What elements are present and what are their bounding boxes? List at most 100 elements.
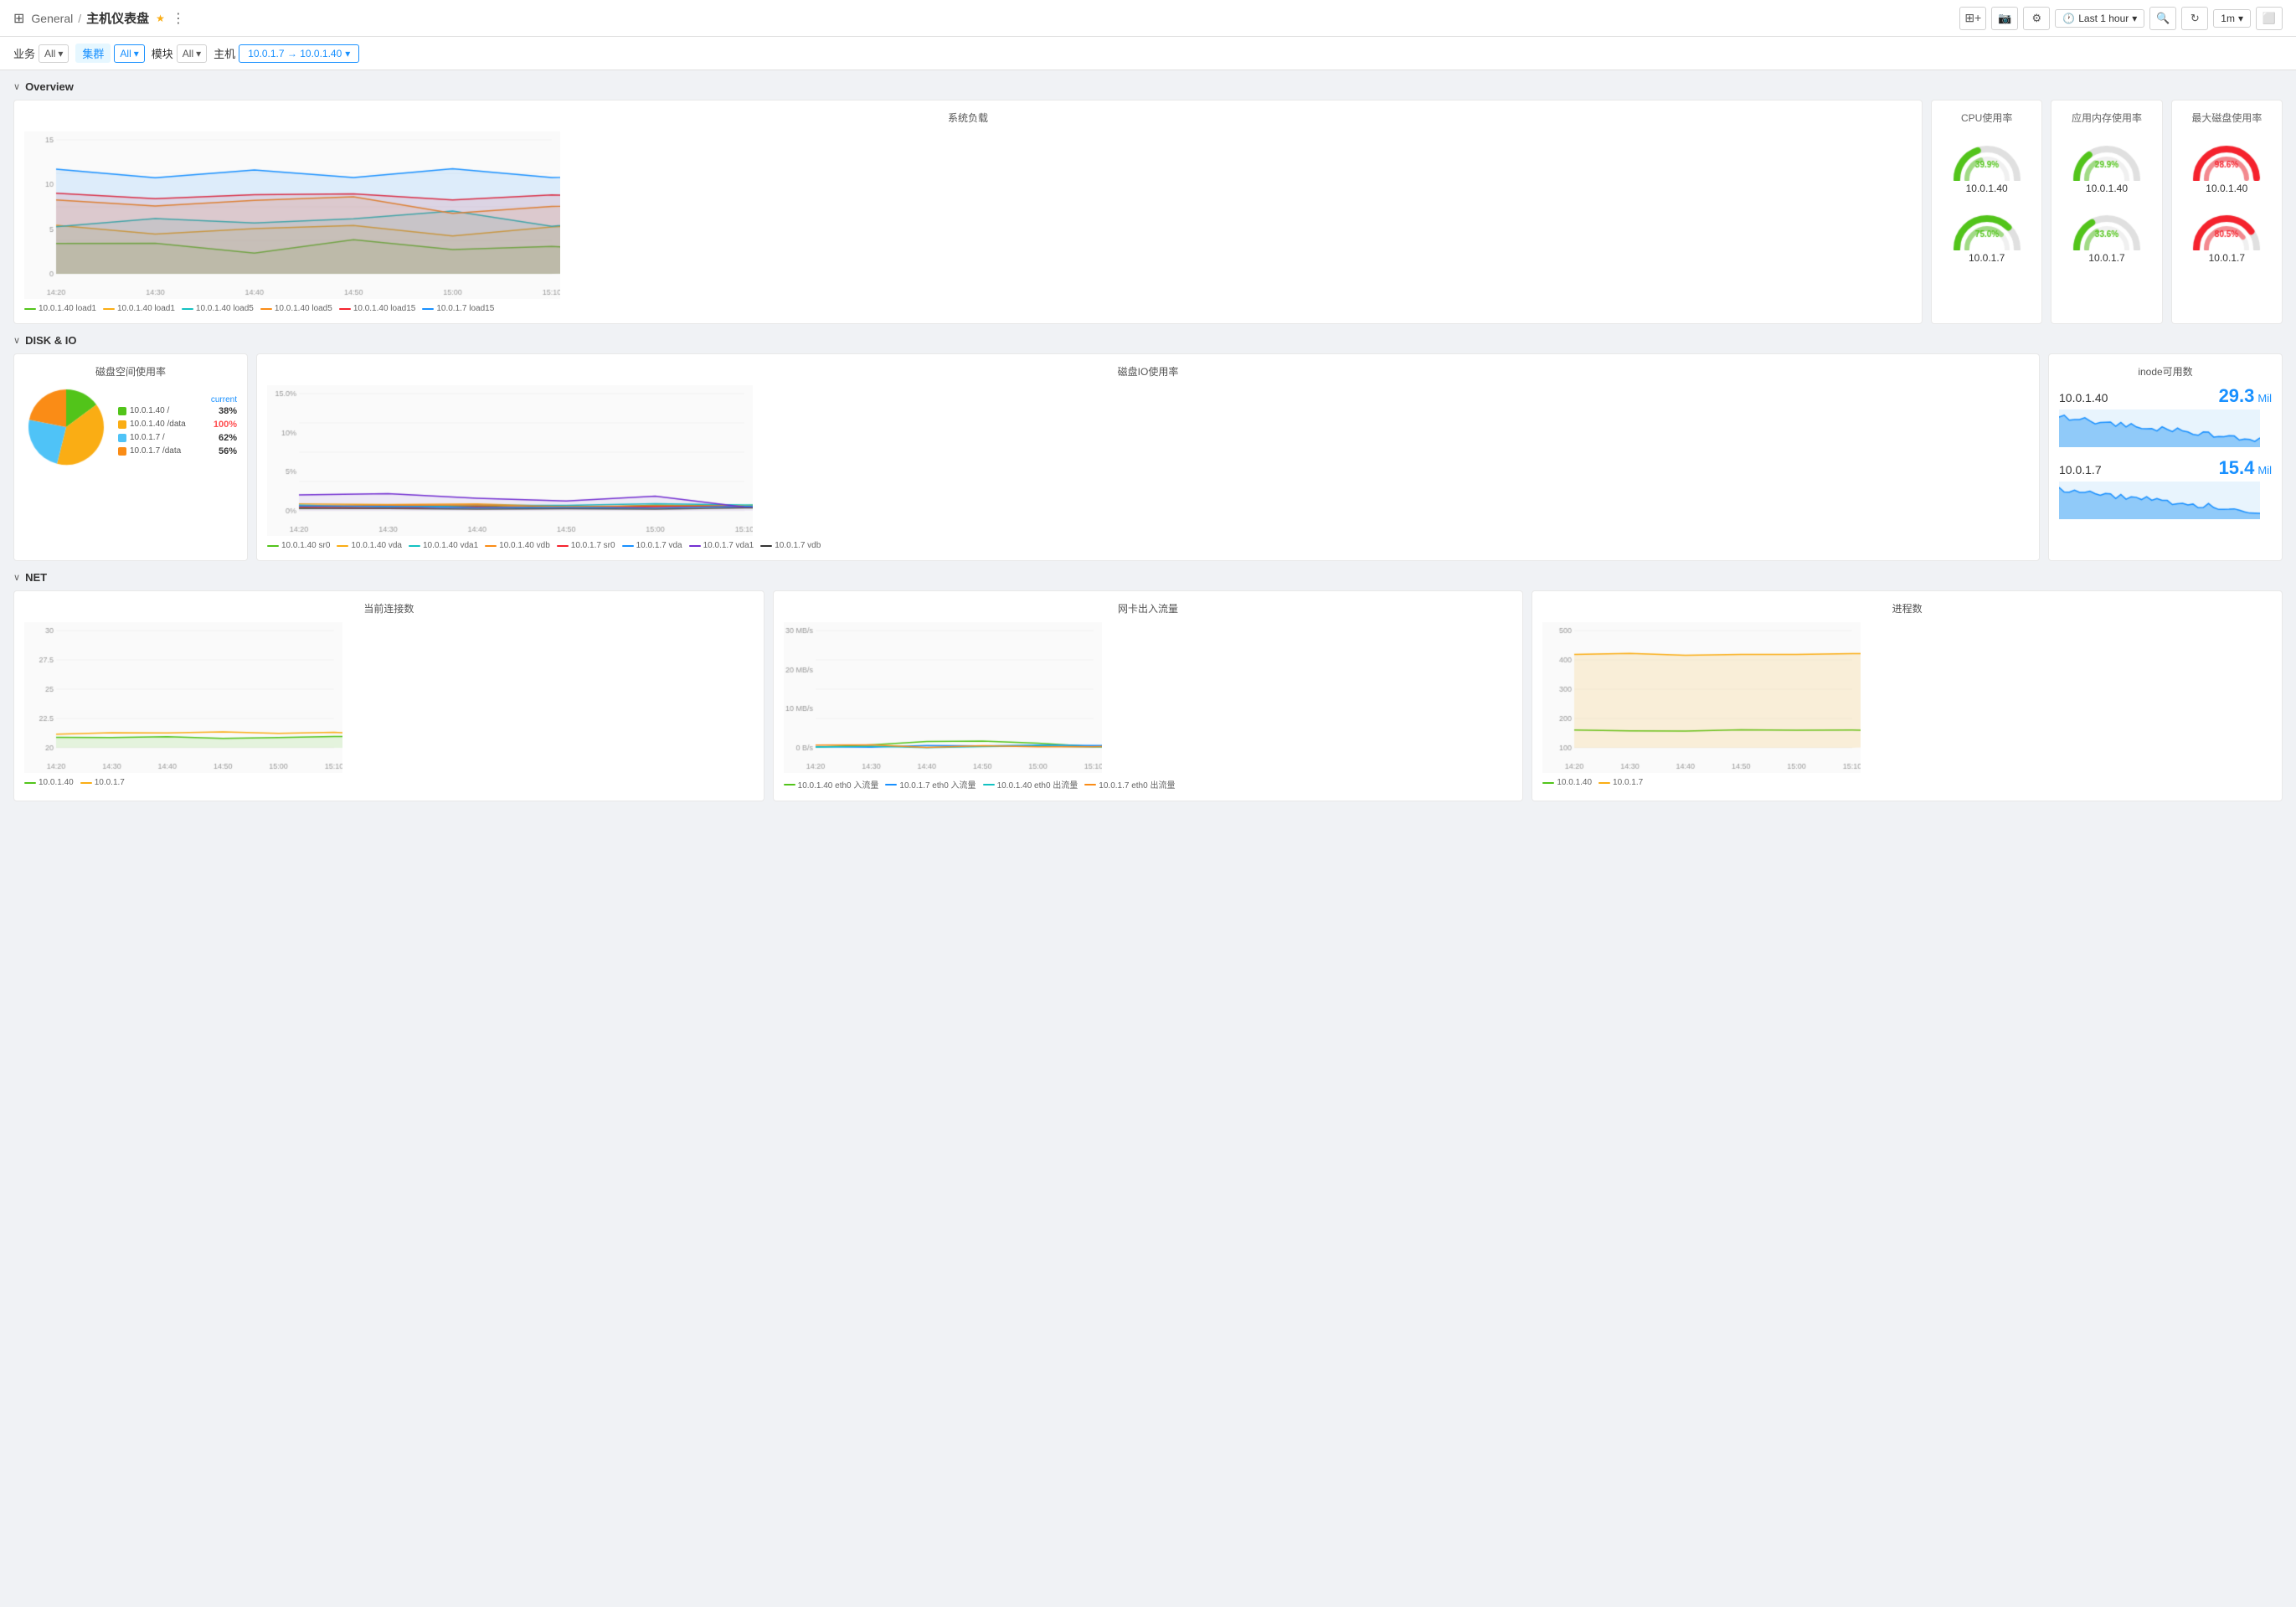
main-content: ∨ Overview 系统负载 10.0.1.40 load1 10.0.1.4…: [0, 70, 2296, 822]
disk-pct: 62%: [219, 433, 237, 443]
module-select[interactable]: All ▾: [177, 44, 207, 63]
dropdown-arrow: ▾: [2132, 13, 2137, 24]
system-load-legend: 10.0.1.40 load1 10.0.1.40 load1 10.0.1.4…: [24, 304, 1912, 313]
header-right: ⊞+ 📷 ⚙ 🕐 Last 1 hour ▾ 🔍 ↻ 1m ▾ ⬜: [1959, 7, 2283, 30]
star-icon[interactable]: ★: [156, 13, 165, 24]
filter-bar: 业务 All ▾ 集群 All ▾ 模块 All ▾ 主机 10.0.1.7 →…: [0, 37, 2296, 70]
legend-label: 10.0.1.7 vdb: [775, 541, 821, 550]
disk-legend-current-label: current: [118, 395, 237, 404]
disk-space-inner: current 10.0.1.40 / 38% 10.0.1.40 /data …: [24, 385, 237, 469]
processes-card: 进程数 10.0.1.40 10.0.1.7: [1532, 590, 2283, 801]
net-section: ∨ NET 当前连接数 10.0.1.40 10.0.1.7 网卡出入流量: [13, 571, 2283, 801]
legend-item: 10.0.1.7: [1598, 778, 1643, 787]
tv-button[interactable]: ⬜: [2256, 7, 2283, 30]
disk-host-1: 10.0.1.40: [2206, 183, 2247, 194]
cluster-select[interactable]: All ▾: [114, 44, 144, 63]
overview-grid: 系统负载 10.0.1.40 load1 10.0.1.40 load1 10.…: [13, 100, 2283, 324]
cpu-gauge-1: 10.0.1.40: [1949, 135, 2025, 194]
disk-legend-row: 10.0.1.7 /data 56%: [118, 446, 237, 456]
breadcrumb-separator: /: [78, 12, 81, 25]
legend-label: 10.0.1.7 vda1: [703, 541, 754, 550]
legend-item: 10.0.1.40 vdb: [485, 541, 550, 550]
legend-label: 10.0.1.7 vda: [636, 541, 682, 550]
metrics-grid: CPU使用率 10.0.1.40 10.0.1.7 应用内存使用率: [1931, 100, 2283, 324]
legend-item: 10.0.1.40: [24, 778, 74, 787]
legend-item: 10.0.1.40 vda: [337, 541, 402, 550]
inode-host-2: 10.0.1.7: [2059, 463, 2102, 476]
business-select[interactable]: All ▾: [39, 44, 69, 63]
disk-pie-canvas: [24, 385, 108, 469]
cpu-gauge-canvas-2: [1949, 204, 2025, 250]
module-dropdown-arrow: ▾: [196, 48, 201, 59]
disk-io-chart-canvas: [267, 385, 753, 536]
legend-item: 10.0.1.7 eth0 出流量: [1084, 778, 1175, 791]
legend-label: 10.0.1.7 sr0: [571, 541, 615, 550]
legend-label: 10.0.1.7 eth0 出流量: [1099, 778, 1175, 791]
interval-picker[interactable]: 1m ▾: [2213, 9, 2251, 28]
legend-label: 10.0.1.40 eth0 出流量: [997, 778, 1079, 791]
camera-button[interactable]: 📷: [1991, 7, 2018, 30]
settings-button[interactable]: ⚙: [2023, 7, 2050, 30]
system-load-chart: [24, 131, 560, 299]
disk-legend-row: 10.0.1.7 / 62%: [118, 433, 237, 443]
share-icon[interactable]: ⋮: [172, 10, 185, 27]
legend-label: 10.0.1.40 sr0: [281, 541, 330, 550]
cluster-dropdown-arrow: ▾: [134, 48, 139, 59]
memory-metric-card: 应用内存使用率 10.0.1.40 10.0.1.7: [2051, 100, 2162, 324]
traffic-chart: [784, 622, 1102, 773]
disk-io-toggle: ∨: [13, 335, 20, 346]
legend-item: 10.0.1.7 eth0 入流量: [885, 778, 976, 791]
overview-section-header[interactable]: ∨ Overview: [13, 80, 2283, 93]
add-panel-button[interactable]: ⊞+: [1959, 7, 1986, 30]
module-filter-group: 模块 All ▾: [152, 44, 207, 63]
interval-label: 1m: [2221, 13, 2235, 24]
net-section-header[interactable]: ∨ NET: [13, 571, 2283, 584]
overview-title: Overview: [25, 80, 74, 93]
legend-label: 10.0.1.40 load5: [196, 304, 254, 313]
disk-usage-title: 最大磁盘使用率: [2182, 111, 2272, 125]
processes-title: 进程数: [1542, 601, 2272, 616]
traffic-legend: 10.0.1.40 eth0 入流量 10.0.1.7 eth0 入流量 10.…: [784, 778, 1513, 791]
inode-host-row-2: 10.0.1.7 15.4 Mil: [2059, 457, 2272, 479]
memory-host-2: 10.0.1.7: [2088, 252, 2124, 264]
cpu-metric-card: CPU使用率 10.0.1.40 10.0.1.7: [1931, 100, 2042, 324]
disk-legend-label: 10.0.1.7 /: [130, 433, 165, 442]
header-left: ⊞ General / 主机仪表盘 ★ ⋮: [13, 9, 185, 27]
disk-legend-label: 10.0.1.40 /data: [130, 420, 186, 429]
business-filter-group: 业务 All ▾: [13, 44, 69, 63]
clock-icon: 🕐: [2062, 13, 2075, 24]
disk-io-section-header[interactable]: ∨ DISK & IO: [13, 334, 2283, 347]
zoom-out-button[interactable]: 🔍: [2149, 7, 2176, 30]
legend-label: 10.0.1.40 eth0 入流量: [798, 778, 879, 791]
disk-pct: 56%: [219, 446, 237, 456]
header: ⊞ General / 主机仪表盘 ★ ⋮ ⊞+ 📷 ⚙ 🕐 Last 1 ho…: [0, 0, 2296, 37]
processes-chart: [1542, 622, 1861, 773]
traffic-card: 网卡出入流量 10.0.1.40 eth0 入流量 10.0.1.7 eth0 …: [773, 590, 1524, 801]
time-range-picker[interactable]: 🕐 Last 1 hour ▾: [2055, 9, 2144, 28]
legend-item: 10.0.1.40 sr0: [267, 541, 330, 550]
cpu-title: CPU使用率: [1942, 111, 2031, 125]
refresh-button[interactable]: ↻: [2181, 7, 2208, 30]
inode-chart-1: [2059, 409, 2260, 447]
disk-gauge-1: 10.0.1.40: [2189, 135, 2264, 194]
disk-gauge-canvas-2: [2189, 204, 2264, 250]
inode-unit-1: Mil: [2257, 392, 2272, 404]
legend-item: 10.0.1.40 eth0 入流量: [784, 778, 879, 791]
memory-title: 应用内存使用率: [2062, 111, 2151, 125]
host-filter-group: 主机 10.0.1.7 → 10.0.1.40 ▾: [214, 44, 359, 63]
legend-item: 10.0.1.40 eth0 出流量: [983, 778, 1079, 791]
host-select[interactable]: 10.0.1.7 → 10.0.1.40 ▾: [239, 44, 359, 63]
disk-legend-label: 10.0.1.40 /: [130, 406, 169, 415]
legend-item: 10.0.1.40 vda1: [409, 541, 478, 550]
inode-value-1: 29.3: [2219, 385, 2255, 407]
business-dropdown-arrow: ▾: [58, 48, 63, 59]
legend-label: 10.0.1.40 vda1: [423, 541, 478, 550]
grid-icon: ⊞: [13, 10, 24, 27]
disk-usage-metric-card: 最大磁盘使用率 10.0.1.40 10.0.1.7: [2171, 100, 2283, 324]
memory-gauge-2: 10.0.1.7: [2069, 204, 2144, 264]
inode-host-1: 10.0.1.40: [2059, 391, 2108, 404]
overview-toggle: ∨: [13, 81, 20, 92]
disk-legend-label: 10.0.1.7 /data: [130, 446, 181, 456]
memory-gauge-1: 10.0.1.40: [2069, 135, 2144, 194]
disk-space-card: 磁盘空间使用率 current 10.0.1.40 / 38% 10.0.1.4…: [13, 353, 248, 561]
